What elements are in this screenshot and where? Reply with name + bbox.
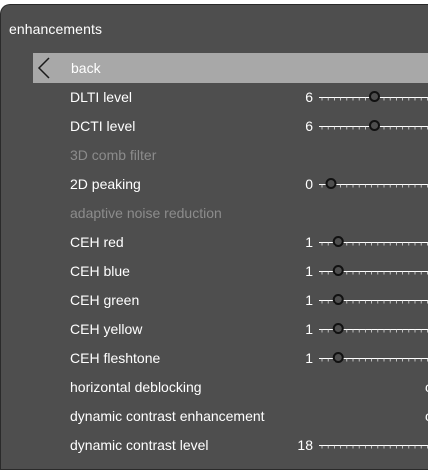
setting-row-adaptive-noise-reduction: adaptive noise reduction xyxy=(1,199,428,228)
slider-knob xyxy=(369,91,380,102)
setting-label: horizontal deblocking xyxy=(70,379,202,395)
setting-row-dynamic-contrast-level[interactable]: dynamic contrast level 18 xyxy=(1,431,428,460)
setting-value: 6 xyxy=(305,118,313,134)
setting-value: 0 xyxy=(305,176,313,192)
setting-row-ceh-green[interactable]: CEH green 1 xyxy=(1,286,428,315)
slider-knob xyxy=(332,294,344,305)
back-arrow-icon xyxy=(37,57,50,79)
level-slider[interactable] xyxy=(319,257,428,286)
level-slider[interactable] xyxy=(319,228,428,257)
level-slider[interactable] xyxy=(319,344,428,373)
level-slider[interactable] xyxy=(319,315,428,344)
menu-title: enhancements xyxy=(9,21,103,37)
slider-knob xyxy=(332,352,344,363)
setting-label: DCTI level xyxy=(70,118,136,134)
setting-label: dynamic contrast level xyxy=(70,437,209,453)
setting-label: 3D comb filter xyxy=(70,147,157,163)
setting-label: CEH fleshtone xyxy=(70,350,161,366)
level-slider[interactable] xyxy=(319,286,428,315)
setting-label: DLTI level xyxy=(70,89,132,105)
back-label: back xyxy=(71,60,101,76)
setting-row-2d-peaking[interactable]: 2D peaking 0 xyxy=(1,170,428,199)
setting-row-dcti-level[interactable]: DCTI level 6 xyxy=(1,112,428,141)
setting-label: CEH red xyxy=(70,234,124,250)
setting-label: CEH yellow xyxy=(70,321,143,337)
setting-value: 1 xyxy=(305,350,313,366)
setting-value: 6 xyxy=(305,89,313,105)
slider-knob xyxy=(369,120,380,131)
level-slider[interactable] xyxy=(319,112,428,141)
slider-knob xyxy=(325,178,337,189)
slider-knob xyxy=(332,323,344,334)
slider-knob xyxy=(332,265,344,276)
setting-label: CEH green xyxy=(70,292,140,308)
setting-row-ceh-yellow[interactable]: CEH yellow 1 xyxy=(1,315,428,344)
back-button[interactable]: back xyxy=(33,53,428,83)
enhancements-menu-panel: enhancements back DLTI level 6 DCTI level 6… xyxy=(0,4,428,470)
setting-value: 1 xyxy=(305,234,313,250)
level-slider[interactable] xyxy=(319,83,428,112)
setting-row-ceh-fleshtone[interactable]: CEH fleshtone 1 xyxy=(1,344,428,373)
setting-row-horizontal-deblocking[interactable]: horizontal deblockingo xyxy=(1,373,428,402)
setting-row-ceh-blue[interactable]: CEH blue 1 xyxy=(1,257,428,286)
setting-label: dynamic contrast enhancement xyxy=(70,408,265,424)
level-slider[interactable] xyxy=(319,170,428,199)
setting-row-ceh-red[interactable]: CEH red 1 xyxy=(1,228,428,257)
setting-label: CEH blue xyxy=(70,263,130,279)
setting-value: 1 xyxy=(305,263,313,279)
setting-value: 1 xyxy=(305,292,313,308)
setting-value: 1 xyxy=(305,321,313,337)
setting-row-dlti-level[interactable]: DLTI level 6 xyxy=(1,83,428,112)
setting-label: 2D peaking xyxy=(70,176,141,192)
setting-row-dynamic-contrast-enhancement[interactable]: dynamic contrast enhancemento xyxy=(1,402,428,431)
level-slider[interactable] xyxy=(319,431,428,460)
setting-row-3d-comb-filter: 3D comb filter xyxy=(1,141,428,170)
setting-value: 18 xyxy=(297,437,313,453)
setting-label: adaptive noise reduction xyxy=(70,205,222,221)
slider-knob xyxy=(332,236,344,247)
